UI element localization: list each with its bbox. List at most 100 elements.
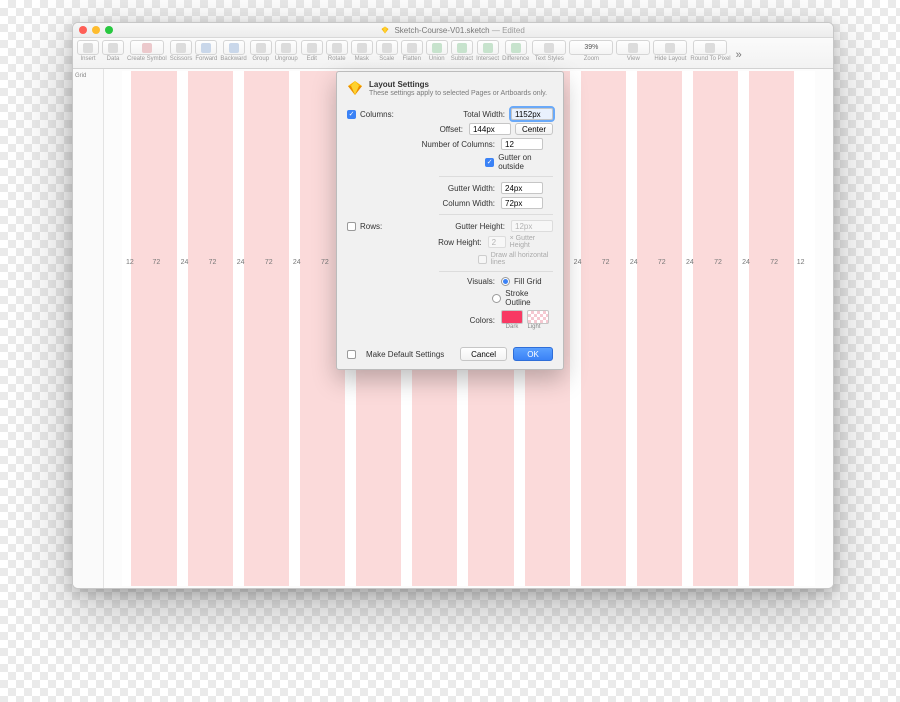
- toolbar-item-union[interactable]: Union: [426, 40, 448, 62]
- toolbar-label: Difference: [502, 56, 529, 62]
- ok-button[interactable]: OK: [513, 347, 553, 361]
- toolbar-item-create-symbol[interactable]: Create Symbol: [127, 40, 167, 62]
- toolbar-item-intersect[interactable]: Intersect: [476, 40, 499, 62]
- left-panel[interactable]: Grid: [73, 69, 104, 588]
- toolbar-label: Flatten: [403, 56, 421, 62]
- grid-column: [131, 71, 176, 586]
- total-width-label: Total Width:: [433, 110, 511, 119]
- toolbar-item-insert[interactable]: Insert: [77, 40, 99, 62]
- toolbar-item-backward[interactable]: Backward: [220, 40, 246, 62]
- union-icon: [432, 43, 442, 53]
- toolbar-item-edit[interactable]: Edit: [301, 40, 323, 62]
- toolbar-item-data[interactable]: Data: [102, 40, 124, 62]
- grid-gutter: [233, 71, 244, 586]
- toolbar-label: Subtract: [451, 56, 473, 62]
- toolbar: Insert Data Create SymbolScissorsForwardBa…: [73, 38, 833, 69]
- scissors-icon: [176, 43, 186, 53]
- grid-column: [749, 71, 794, 586]
- group-icon: [256, 43, 266, 53]
- make-default-label: Make Default Settings: [366, 350, 444, 359]
- toolbar-item-zoom[interactable]: 39%Zoom: [569, 40, 613, 62]
- toolbar-item-difference[interactable]: Difference: [502, 40, 529, 62]
- colors-label: Colors:: [347, 316, 501, 325]
- ungroup-icon: [281, 43, 291, 53]
- cancel-button[interactable]: Cancel: [460, 347, 507, 361]
- scale-icon: [382, 43, 392, 53]
- gutter-width-label: Gutter Width:: [347, 184, 501, 193]
- toolbar-item-forward[interactable]: Forward: [195, 40, 217, 62]
- intersect-icon: [483, 43, 493, 53]
- toolbar-label: Data: [107, 56, 120, 62]
- center-button[interactable]: Center: [515, 123, 553, 135]
- toolbar-item-subtract[interactable]: Subtract: [451, 40, 473, 62]
- hide-layout-icon: [665, 43, 675, 53]
- gutter-height-field: [511, 220, 553, 232]
- gutter-outside-label: Gutter on outside: [498, 153, 553, 171]
- row-height-label: Row Height:: [347, 238, 488, 247]
- toolbar-label: Intersect: [476, 56, 499, 62]
- grid-gutter: [177, 71, 188, 586]
- filename-text: Sketch-Course-V01.sketch: [394, 26, 489, 35]
- zoom-value[interactable]: 39%: [569, 40, 613, 55]
- offset-field[interactable]: [469, 123, 511, 135]
- toolbar-item-view[interactable]: View: [616, 40, 650, 62]
- toolbar-label: Zoom: [584, 56, 599, 62]
- grid-gutter: [570, 71, 581, 586]
- grid-gutter: [738, 71, 749, 586]
- layer-item[interactable]: Grid: [75, 73, 101, 79]
- grid-gutter: [794, 71, 799, 586]
- toolbar-label: Round To Pixel: [690, 56, 730, 62]
- dialog-subtitle: These settings apply to selected Pages o…: [369, 90, 547, 97]
- toolbar-label: Insert: [80, 56, 95, 62]
- toolbar-label: Rotate: [328, 56, 346, 62]
- grid-column: [581, 71, 626, 586]
- draw-all-lines-label: Draw all horizontal lines: [491, 252, 553, 266]
- stroke-outline-radio[interactable]: [492, 294, 501, 303]
- rows-label: Rows:: [360, 222, 382, 231]
- grid-gutter: [626, 71, 637, 586]
- toolbar-item-hide-layout[interactable]: Hide Layout: [653, 40, 687, 62]
- fill-grid-radio[interactable]: [501, 277, 510, 286]
- toolbar-label: Edit: [307, 56, 317, 62]
- num-columns-field[interactable]: [501, 138, 543, 150]
- column-width-label: Column Width:: [347, 199, 501, 208]
- toolbar-item-ungroup[interactable]: Ungroup: [275, 40, 298, 62]
- grid-column: [188, 71, 233, 586]
- total-width-field[interactable]: [511, 108, 553, 120]
- toolbar-item-mask[interactable]: Mask: [351, 40, 373, 62]
- grid-column: [693, 71, 738, 586]
- visuals-label: Visuals:: [347, 277, 501, 286]
- toolbar-item-scale[interactable]: Scale: [376, 40, 398, 62]
- dark-color-swatch[interactable]: [501, 310, 523, 324]
- toolbar-label: Scale: [379, 56, 394, 62]
- light-color-swatch[interactable]: [527, 310, 549, 324]
- column-width-field[interactable]: [501, 197, 543, 209]
- gutter-width-field[interactable]: [501, 182, 543, 194]
- toolbar-label: Hide Layout: [654, 56, 686, 62]
- dialog-header: Layout Settings These settings apply to …: [337, 72, 563, 101]
- rows-checkbox[interactable]: [347, 222, 356, 231]
- columns-checkbox[interactable]: [347, 110, 356, 119]
- dialog-title: Layout Settings: [369, 80, 547, 89]
- toolbar-item-scissors[interactable]: Scissors: [170, 40, 193, 62]
- toolbar-item-text-styles[interactable]: Text Styles: [532, 40, 566, 62]
- toolbar-item-round-to-pixel[interactable]: Round To Pixel: [690, 40, 730, 62]
- columns-label: Columns:: [360, 110, 394, 119]
- gutter-outside-checkbox[interactable]: [485, 158, 494, 167]
- data-icon: [108, 43, 118, 53]
- edited-status: — Edited: [492, 26, 525, 35]
- toolbar-item-group[interactable]: Group: [250, 40, 272, 62]
- toolbar-label: View: [627, 56, 640, 62]
- toolbar-label: Mask: [355, 56, 369, 62]
- title-bar: Sketch-Course-V01.sketch — Edited: [73, 23, 833, 38]
- light-swatch-label: Light: [523, 324, 545, 330]
- make-default-checkbox[interactable]: [347, 350, 356, 359]
- toolbar-label: Ungroup: [275, 56, 298, 62]
- divider: [439, 214, 553, 215]
- create-symbol-icon: [142, 43, 152, 53]
- flatten-icon: [407, 43, 417, 53]
- toolbar-item-flatten[interactable]: Flatten: [401, 40, 423, 62]
- view-icon: [628, 43, 638, 53]
- toolbar-overflow-icon[interactable]: »: [734, 47, 744, 61]
- toolbar-item-rotate[interactable]: Rotate: [326, 40, 348, 62]
